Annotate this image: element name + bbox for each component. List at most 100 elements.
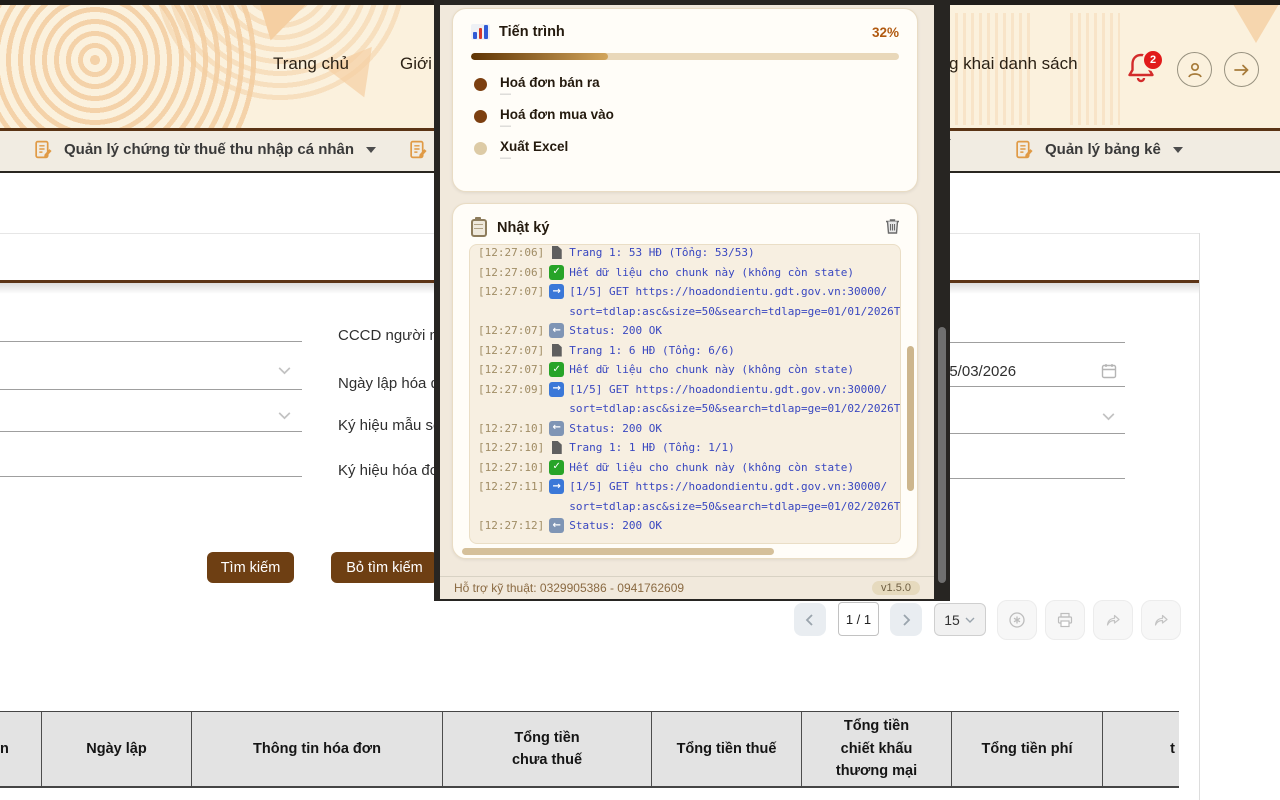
progress-steps: Hoá đơn bán ra—Hoá đơn mua vào—Xuất Exce… bbox=[471, 75, 899, 163]
log-entry: [12:27:12]←Status: 200 OK bbox=[478, 516, 892, 536]
input-underline[interactable] bbox=[948, 342, 1125, 343]
log-entry: [12:27:07]✓Hết dữ liệu cho chunk này (kh… bbox=[478, 360, 892, 380]
menu-personal-tax-label: Quản lý chứng từ thuế thu nhập cá nhân bbox=[64, 141, 354, 158]
bar-chart-icon bbox=[471, 24, 490, 40]
clear-search-button[interactable]: Bỏ tìm kiếm bbox=[331, 552, 438, 583]
print-button[interactable] bbox=[1045, 600, 1085, 640]
log-timestamp: [12:27:10] bbox=[478, 438, 544, 458]
notification-badge: 2 bbox=[1142, 49, 1164, 71]
document-pencil-icon bbox=[408, 139, 429, 160]
page-indicator: 1 / 1 bbox=[838, 602, 879, 636]
nav-about[interactable]: Giới bbox=[400, 54, 432, 74]
check-icon: ✓ bbox=[549, 362, 564, 377]
progress-step: Hoá đơn mua vào— bbox=[471, 107, 899, 131]
menu-bang-ke[interactable]: Quản lý bảng kê bbox=[1014, 139, 1183, 160]
share-button-2[interactable] bbox=[1141, 600, 1181, 640]
select-underline[interactable] bbox=[0, 431, 302, 432]
chevron-down-icon[interactable] bbox=[276, 362, 293, 379]
log-message: Hết dữ liệu cho chunk này (không còn sta… bbox=[569, 263, 854, 283]
log-message: [1/5] GET https://hoadondientu.gdt.gov.v… bbox=[569, 477, 901, 516]
log-entry: [12:27:07]→[1/5] GET https://hoadondient… bbox=[478, 282, 892, 321]
menu-personal-tax[interactable]: Quản lý chứng từ thuế thu nhập cá nhân bbox=[33, 139, 376, 160]
logout-button[interactable] bbox=[1224, 52, 1259, 87]
share-arrow-icon bbox=[1152, 611, 1170, 629]
chevron-down-icon[interactable] bbox=[276, 407, 293, 424]
progress-percent: 32% bbox=[872, 25, 899, 40]
clear-log-button[interactable] bbox=[884, 217, 901, 238]
next-page-button[interactable] bbox=[890, 603, 922, 636]
progress-step: Hoá đơn bán ra— bbox=[471, 75, 899, 99]
popup-body: Tiến trình 32% Hoá đơn bán ra—Hoá đơn mu… bbox=[440, 5, 934, 599]
arrow-right-icon: → bbox=[549, 382, 564, 397]
log-message: Status: 200 OK bbox=[569, 321, 662, 341]
log-message: Trang 1: 1 HĐ (Tổng: 1/1) bbox=[569, 438, 735, 458]
page-icon bbox=[549, 343, 564, 358]
log-horizontal-scrollbar[interactable] bbox=[462, 548, 774, 555]
label-template-symbol: Ký hiệu mẫu số bbox=[338, 417, 441, 434]
log-message: Status: 200 OK bbox=[569, 419, 662, 439]
select-underline[interactable] bbox=[0, 389, 302, 390]
extension-popup: Tiến trình 32% Hoá đơn bán ra—Hoá đơn mu… bbox=[434, 0, 950, 601]
input-underline[interactable] bbox=[948, 478, 1125, 479]
log-entry: [12:27:09]→[1/5] GET https://hoadondient… bbox=[478, 380, 892, 419]
table-header-cell: Ngày lập bbox=[42, 712, 192, 786]
circled-asterisk-icon bbox=[1008, 611, 1026, 629]
log-vertical-scrollbar[interactable] bbox=[907, 346, 914, 491]
log-entry: [12:27:06]✓Hết dữ liệu cho chunk này (kh… bbox=[478, 263, 892, 283]
refresh-settings-button[interactable] bbox=[997, 600, 1037, 640]
support-text: Hỗ trợ kỹ thuật: 0329905386 - 0941762609 bbox=[454, 581, 684, 595]
calendar-icon[interactable] bbox=[1100, 362, 1118, 380]
arrow-right-icon: → bbox=[549, 284, 564, 299]
log-entry: [12:27:10] ← Status: 200 OK bbox=[478, 419, 892, 439]
page-icon bbox=[549, 440, 564, 455]
chevron-left-icon bbox=[803, 613, 817, 627]
log-timestamp: [12:27:07] bbox=[478, 282, 544, 321]
arrow-left-icon: ← bbox=[549, 421, 564, 436]
table-header-cell: Tổng tiền phí bbox=[952, 712, 1103, 786]
log-message: Trang 1: 6 HĐ (Tổng: 6/6) bbox=[569, 341, 735, 361]
check-icon: ✓ bbox=[549, 460, 564, 475]
progress-title: Tiến trình bbox=[499, 24, 565, 40]
chevron-down-icon bbox=[964, 614, 976, 626]
step-dash: — bbox=[500, 154, 568, 163]
input-underline[interactable] bbox=[948, 386, 1125, 387]
nav-public-list[interactable]: g khai danh sách bbox=[949, 54, 1078, 74]
invoice-date-value[interactable]: 25/03/2026 bbox=[941, 363, 1016, 380]
log-timestamp: [12:27:06] bbox=[478, 263, 544, 283]
log-message: Status: 200 OK bbox=[569, 516, 662, 536]
popup-footer: Hỗ trợ kỹ thuật: 0329905386 - 0941762609… bbox=[440, 576, 934, 599]
prev-page-button[interactable] bbox=[794, 603, 826, 636]
step-label: Hoá đơn bán ra bbox=[500, 75, 600, 90]
chevron-down-icon[interactable] bbox=[1100, 408, 1117, 425]
log-timestamp: [12:27:07] bbox=[478, 341, 544, 361]
table-header-cell: Thông tin hóa đơn bbox=[192, 712, 443, 786]
arrow-right-icon: → bbox=[549, 479, 564, 494]
page-size-value: 15 bbox=[944, 612, 960, 628]
account-button[interactable] bbox=[1177, 52, 1212, 87]
log-timestamp: [12:27:10] bbox=[478, 419, 544, 439]
log-entry: [12:27:11]→[1/5] GET https://hoadondient… bbox=[478, 477, 892, 516]
log-timestamp: [12:27:09] bbox=[478, 380, 544, 419]
arrow-right-icon bbox=[1233, 61, 1251, 79]
progress-bar-fill bbox=[471, 53, 608, 60]
page-size-select[interactable]: 15 bbox=[934, 603, 986, 636]
input-underline[interactable] bbox=[0, 341, 302, 342]
select-underline[interactable] bbox=[948, 433, 1125, 434]
log-timestamp: [12:27:10] bbox=[478, 458, 544, 478]
progress-bar bbox=[471, 53, 899, 60]
input-underline[interactable] bbox=[0, 476, 302, 477]
log-output[interactable]: [12:27:06]Trang 1: 53 HĐ (Tổng: 53/53)[1… bbox=[469, 244, 901, 544]
arrow-left-icon: ← bbox=[549, 323, 564, 338]
log-timestamp: [12:27:07] bbox=[478, 321, 544, 341]
label-invoice-symbol: Ký hiệu hóa đơn bbox=[338, 462, 448, 479]
person-icon bbox=[1186, 61, 1204, 79]
share-button[interactable] bbox=[1093, 600, 1133, 640]
search-button[interactable]: Tìm kiếm bbox=[207, 552, 294, 583]
invoice-table-header: nNgày lậpThông tin hóa đơnTổng tiền chưa… bbox=[0, 711, 1179, 788]
popup-scrollbar[interactable] bbox=[938, 327, 946, 583]
table-header-cell: Tổng tiền chưa thuế bbox=[443, 712, 652, 786]
version-badge: v1.5.0 bbox=[872, 581, 920, 595]
nav-home[interactable]: Trang chủ bbox=[273, 54, 349, 74]
log-timestamp: [12:27:07] bbox=[478, 360, 544, 380]
log-timestamp: [12:27:06] bbox=[478, 244, 544, 263]
